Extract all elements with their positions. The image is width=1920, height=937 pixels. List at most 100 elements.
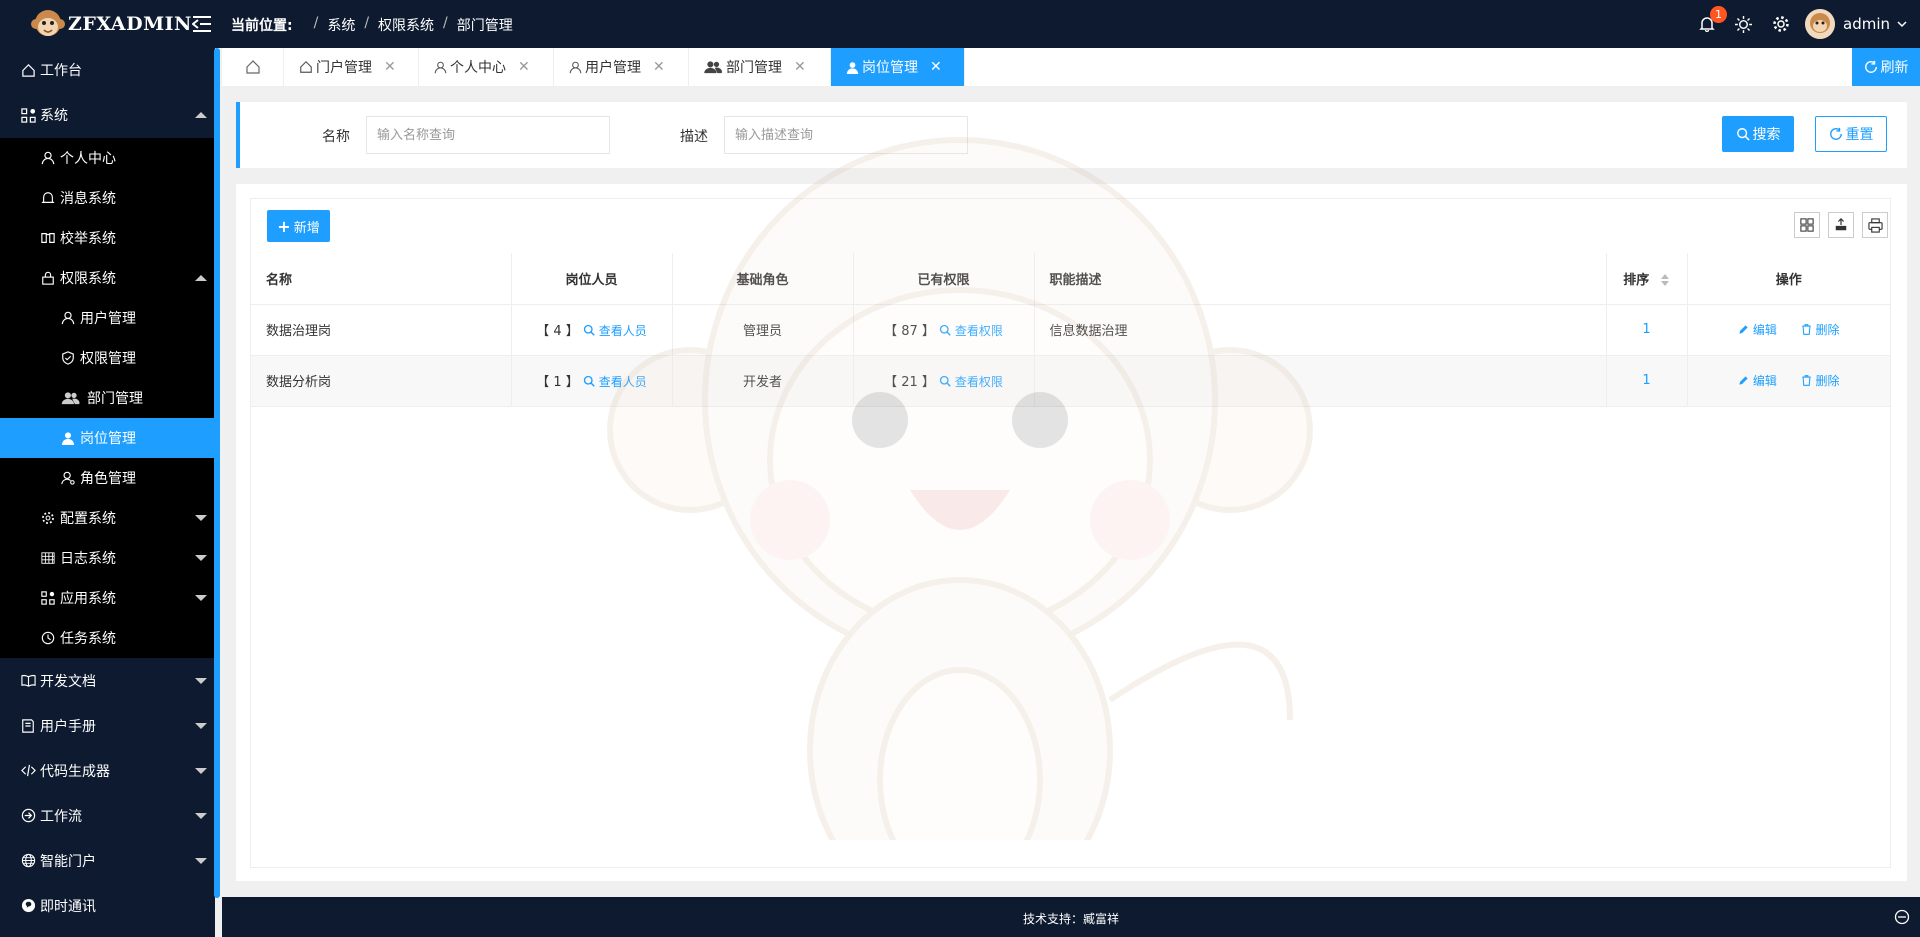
username[interactable]: admin	[1843, 15, 1890, 33]
home-icon	[300, 60, 312, 73]
sidebar-item-dev-docs[interactable]: 开发文档	[0, 658, 215, 703]
sidebar-item-code-generator[interactable]: 代码生成器	[0, 748, 215, 793]
chat-icon	[20, 898, 36, 914]
sidebar-item-role-management[interactable]: 角色管理	[0, 458, 215, 498]
sidebar-item-label: 开发文档	[40, 673, 96, 690]
cell-permissions: 【 21 】 查看权限	[853, 355, 1035, 407]
edit-link[interactable]: 编辑	[1738, 374, 1781, 388]
sidebar-item-im[interactable]: 即时通讯	[0, 883, 215, 928]
notification-button[interactable]: 1	[1688, 0, 1727, 48]
sidebar-item-label: 应用系统	[60, 591, 116, 607]
tab-home[interactable]	[222, 48, 284, 86]
sort-header-label: 排序	[1623, 272, 1650, 288]
delete-link[interactable]: 删除	[1801, 323, 1840, 337]
refresh-icon	[1829, 127, 1842, 140]
search-button[interactable]: 搜索	[1722, 116, 1794, 152]
breadcrumb-item[interactable]: 系统	[327, 15, 355, 35]
sidebar-item-position-management[interactable]: 岗位管理	[0, 418, 215, 458]
sidebar-item-dashboard[interactable]: 工作台	[0, 48, 215, 92]
description-label: 描述	[680, 129, 708, 145]
logo[interactable]: ZFXADMIN	[30, 6, 192, 42]
sidebar-item-portal[interactable]: 智能门户	[0, 838, 215, 883]
gear-icon	[1772, 16, 1789, 32]
menu-toggle-icon[interactable]	[191, 14, 212, 38]
footer: 技术支持：臧富祥	[222, 897, 1920, 937]
logo-text: ZFXADMIN	[68, 13, 192, 35]
sidebar-item-user-manual[interactable]: 用户手册	[0, 703, 215, 748]
close-icon[interactable]: ✕	[794, 59, 806, 75]
delete-link[interactable]: 删除	[1801, 374, 1840, 388]
sidebar-item-department-management[interactable]: 部门管理	[0, 378, 215, 418]
tab-department-management[interactable]: 部门管理 ✕	[689, 48, 831, 86]
sidebar-item-user-management[interactable]: 用户管理	[0, 298, 215, 338]
sidebar-item-tasks[interactable]: 任务系统	[0, 618, 215, 658]
name-label: 名称	[322, 129, 350, 145]
print-icon	[1867, 217, 1883, 233]
name-search-input[interactable]	[366, 116, 610, 154]
sidebar-item-profile[interactable]: 个人中心	[0, 138, 215, 178]
column-header-permissions: 已有权限	[853, 253, 1035, 305]
cell-members: 【 4 】 查看人员	[511, 304, 673, 356]
chevron-down-icon	[195, 857, 207, 864]
column-header-sort[interactable]: 排序	[1606, 253, 1688, 305]
sidebar-item-school[interactable]: 校举系统	[0, 218, 215, 258]
tab-profile[interactable]: 个人中心 ✕	[419, 48, 554, 86]
grid-icon	[40, 550, 56, 566]
theme-button[interactable]	[1725, 0, 1762, 48]
sidebar-scrollbar[interactable]	[214, 48, 220, 898]
role-icon	[60, 470, 76, 486]
table-header-row: 名称 岗位人员 基础角色 已有权限 职能描述 排序 操作	[251, 253, 1890, 305]
sidebar-item-label: 系统	[40, 108, 68, 124]
view-permissions-link[interactable]: 查看权限	[939, 324, 1003, 338]
chat-icon[interactable]	[1894, 909, 1910, 925]
bell-icon	[40, 190, 56, 206]
tab-label: 个人中心	[450, 60, 506, 76]
view-permissions-link[interactable]: 查看权限	[939, 375, 1003, 389]
close-icon[interactable]: ✕	[384, 59, 396, 75]
sidebar-item-apps[interactable]: 应用系统	[0, 578, 215, 618]
close-icon[interactable]: ✕	[518, 59, 530, 75]
description-search-input[interactable]	[724, 116, 968, 154]
breadcrumb-item[interactable]: 权限系统	[378, 15, 434, 35]
avatar[interactable]	[1805, 9, 1835, 39]
footer-support-text: 技术支持：臧富祥	[1022, 912, 1119, 926]
print-button[interactable]	[1862, 212, 1888, 238]
header-actions: 1 admin	[1688, 0, 1920, 48]
sidebar-item-permission-system[interactable]: 权限系统	[0, 258, 215, 298]
column-header-actions: 操作	[1687, 253, 1890, 305]
tab-portal-management[interactable]: 门户管理 ✕	[284, 48, 419, 86]
columns-filter-button[interactable]	[1794, 212, 1820, 238]
sidebar-item-config[interactable]: 配置系统	[0, 498, 215, 538]
sidebar-item-permission-management[interactable]: 权限管理	[0, 338, 215, 378]
sidebar-item-logs[interactable]: 日志系统	[0, 538, 215, 578]
tab-user-management[interactable]: 用户管理 ✕	[554, 48, 689, 86]
add-button[interactable]: + 新增	[267, 210, 330, 242]
tab-position-management[interactable]: 岗位管理 ✕	[831, 48, 965, 86]
view-members-link[interactable]: 查看人员	[583, 324, 647, 338]
close-icon[interactable]: ✕	[930, 59, 942, 75]
sidebar-item-label: 工作流	[40, 808, 82, 825]
tab-label: 岗位管理	[862, 60, 918, 76]
chevron-down-icon[interactable]	[1896, 18, 1908, 30]
members-count: 【 1 】	[536, 375, 579, 390]
edit-link[interactable]: 编辑	[1738, 323, 1781, 337]
sidebar-item-workflow[interactable]: 工作流	[0, 793, 215, 838]
breadcrumb-item[interactable]: 部门管理	[457, 15, 513, 35]
view-permissions-label: 查看权限	[954, 324, 1003, 338]
sort-icon[interactable]	[1660, 274, 1670, 287]
sidebar-item-system[interactable]: 系统	[0, 92, 215, 138]
cell-description	[1034, 355, 1607, 407]
export-button[interactable]	[1828, 212, 1854, 238]
sidebar: 工作台 系统 个人中心 消息系统 校举系统 权限系统 用户管理 权限管理 部门管…	[0, 48, 215, 937]
trash-icon	[1802, 324, 1811, 335]
sidebar-item-messages[interactable]: 消息系统	[0, 178, 215, 218]
settings-button[interactable]	[1762, 0, 1799, 48]
refresh-button[interactable]: 刷新	[1852, 48, 1920, 86]
close-icon[interactable]: ✕	[653, 59, 665, 75]
home-icon	[245, 60, 260, 74]
chevron-down-icon	[195, 515, 207, 521]
sidebar-item-label: 岗位管理	[80, 431, 136, 447]
chevron-down-icon	[195, 595, 207, 601]
reset-button[interactable]: 重置	[1815, 116, 1887, 152]
view-members-link[interactable]: 查看人员	[583, 375, 647, 389]
